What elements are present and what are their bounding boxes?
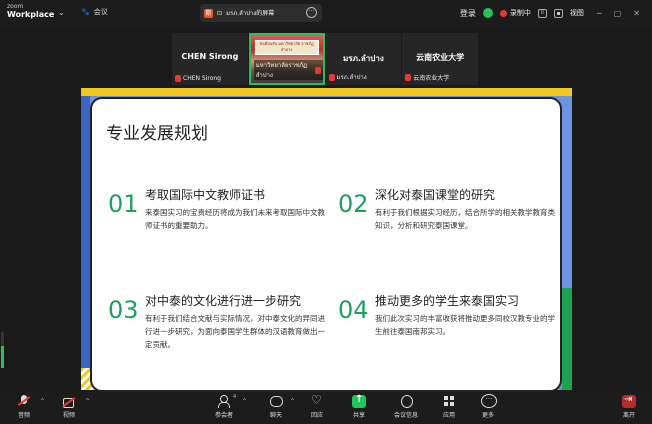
screen-icon: ⊡	[217, 9, 223, 17]
chat-label: 聊天	[269, 412, 282, 419]
share-label: 共享	[352, 412, 365, 419]
pause-icon[interactable]: II	[537, 8, 547, 18]
participant-name: มรภ.ลำปาง	[343, 54, 384, 63]
maximize-icon[interactable]: ▢	[614, 9, 622, 18]
minimize-icon[interactable]: ─	[597, 9, 602, 18]
item-number: 03	[108, 296, 139, 324]
leave-icon	[622, 394, 636, 408]
video-label: 视频	[62, 412, 75, 419]
apps-button[interactable]: 应用	[429, 395, 469, 419]
slide-decor-top	[81, 88, 572, 96]
video-options-caret[interactable]: ^	[85, 398, 90, 405]
item-heading: 深化对泰国课堂的研究	[375, 188, 496, 202]
share-tab-icon: 斯	[204, 8, 213, 18]
item-body: 来泰国实习的宝贵经历将成为我们未来考取国际中文教师证书的重要助力。	[145, 208, 325, 230]
item-number: 04	[338, 296, 369, 324]
info-icon	[399, 395, 413, 408]
window-controls: ─ ▢ ✕	[597, 9, 640, 18]
stop-icon[interactable]	[553, 8, 563, 18]
record-dot-icon	[499, 9, 507, 17]
chat-options-caret[interactable]: ^	[290, 398, 295, 405]
video-button[interactable]: 视频	[49, 395, 89, 419]
slide-title: 专业发展规划	[106, 124, 208, 144]
item-body: 我们此次实习的丰富收获将推动更多同校汉教专业的学生前往泰国南邦实习。	[375, 314, 555, 336]
heart-icon	[310, 393, 324, 408]
mic-muted-icon	[315, 66, 321, 74]
participants-button[interactable]: 参会者	[204, 395, 244, 419]
meeting-label: 会议	[93, 8, 108, 16]
camera-off-icon	[62, 395, 76, 408]
apps-label: 应用	[442, 412, 455, 419]
item-heading: 对中泰的文化进行进一步研究	[145, 294, 302, 308]
logo-line2: Workplace	[7, 10, 55, 19]
top-right-controls: 登录 录制中 II 视图 ─ ▢ ✕	[460, 0, 652, 26]
leave-button[interactable]: 离开	[609, 394, 649, 419]
more-options-icon[interactable]: ···	[306, 7, 317, 18]
welcome-banner: ขอต้อนรับ มหาวิทยาลัย ราชภัฏลำปาง	[254, 40, 319, 55]
slide-decor-right	[562, 288, 572, 390]
audio-level-fill	[1, 346, 4, 368]
share-screen-icon	[352, 394, 366, 408]
item-number: 02	[338, 190, 369, 218]
item-body: 有利于我们结合文献与实际情况，对中泰文化的异同进行进一步研究，为面向泰国学生群体…	[145, 314, 325, 349]
view-button[interactable]: 视图	[570, 8, 584, 18]
mic-muted-icon	[17, 395, 31, 408]
participant-label: มรภ.ลำปาง	[328, 72, 367, 82]
meeting-info-button[interactable]: 会议信息	[386, 395, 426, 419]
participants-count: 4	[233, 394, 237, 400]
participant-name: CHEN Sirong	[181, 52, 239, 61]
recording-label: 录制中	[509, 9, 531, 17]
participant-tile-active[interactable]: ขอต้อนรับ มหาวิทยาลัย ราชภัฏลำปาง มหาวิท…	[248, 33, 325, 85]
participants-options-caret[interactable]: ^	[242, 398, 247, 405]
react-button[interactable]: 回应	[297, 393, 337, 419]
login-button[interactable]: 登录	[460, 8, 476, 19]
participants-label: 参会者	[214, 412, 233, 419]
meeting-toolbar: 音频 ^ 视频 ^ 参会者 4 ^ 聊天 ^ 回应 共享 会议信息	[0, 392, 652, 424]
participants-icon	[217, 395, 231, 408]
audio-level-meter	[1, 332, 4, 368]
more-icon	[481, 394, 497, 408]
participant-strip: CHEN Sirong CHEN Sirong ขอต้อนรับ มหาวิท…	[172, 33, 479, 85]
info-label: 会议信息	[393, 412, 418, 419]
top-bar: zoom Workplace ⌄ 🐾 会议 斯 ⊡ มรภ.ลำปาง的屏幕 ·…	[0, 0, 652, 26]
share-button[interactable]: 共享	[339, 394, 379, 419]
zoom-logo: zoom Workplace	[7, 3, 54, 19]
close-icon[interactable]: ✕	[633, 9, 640, 18]
chat-icon	[269, 395, 283, 408]
mic-muted-icon	[328, 73, 335, 81]
mic-muted-icon	[175, 75, 181, 82]
chevron-down-icon[interactable]: ⌄	[58, 8, 65, 17]
more-button[interactable]: 更多	[468, 394, 508, 419]
item-body: 有利于我们根据实习经历，结合所学的相关教学教育类知识，分析和研究泰国课堂。	[375, 208, 555, 230]
paw-icon: 🐾	[81, 8, 90, 16]
recording-indicator[interactable]: 录制中	[499, 8, 531, 18]
apps-icon	[442, 395, 456, 408]
participant-tile[interactable]: 云南农业大学 云南农业大学	[402, 33, 479, 85]
slide-card: 专业发展规划 01 考取国际中文教师证书 来泰国实习的宝贵经历将成为我们未来考取…	[90, 97, 562, 392]
meeting-button[interactable]: 🐾 会议	[81, 7, 108, 17]
mic-muted-icon	[405, 74, 412, 81]
participant-name: 云南农业大学	[416, 53, 465, 62]
item-number: 01	[108, 190, 139, 218]
item-heading: 考取国际中文教师证书	[145, 188, 266, 202]
more-label: 更多	[481, 412, 494, 419]
slide-decor-left	[81, 88, 90, 390]
participant-label: มหาวิทยาลัยราชภัฏลำปาง	[253, 60, 323, 80]
audio-button[interactable]: 音频	[4, 395, 44, 419]
share-tab[interactable]: 斯 ⊡ มรภ.ลำปาง的屏幕 ···	[200, 4, 322, 22]
shield-icon[interactable]	[482, 8, 493, 18]
leave-label: 离开	[622, 412, 635, 419]
zoom-window: zoom Workplace ⌄ 🐾 会议 斯 ⊡ มรภ.ลำปาง的屏幕 ·…	[0, 0, 652, 424]
audio-label: 音频	[17, 412, 30, 419]
participant-label: CHEN Sirong	[175, 75, 221, 82]
item-heading: 推动更多的学生来泰国实习	[375, 294, 520, 308]
react-label: 回应	[310, 412, 323, 419]
participant-label: 云南农业大学	[405, 73, 449, 82]
share-tab-label: มรภ.ลำปาง的屏幕	[226, 10, 275, 17]
audio-options-caret[interactable]: ^	[40, 398, 45, 405]
participant-tile[interactable]: มรภ.ลำปาง มรภ.ลำปาง	[325, 33, 402, 85]
participant-tile[interactable]: CHEN Sirong CHEN Sirong	[172, 33, 248, 85]
